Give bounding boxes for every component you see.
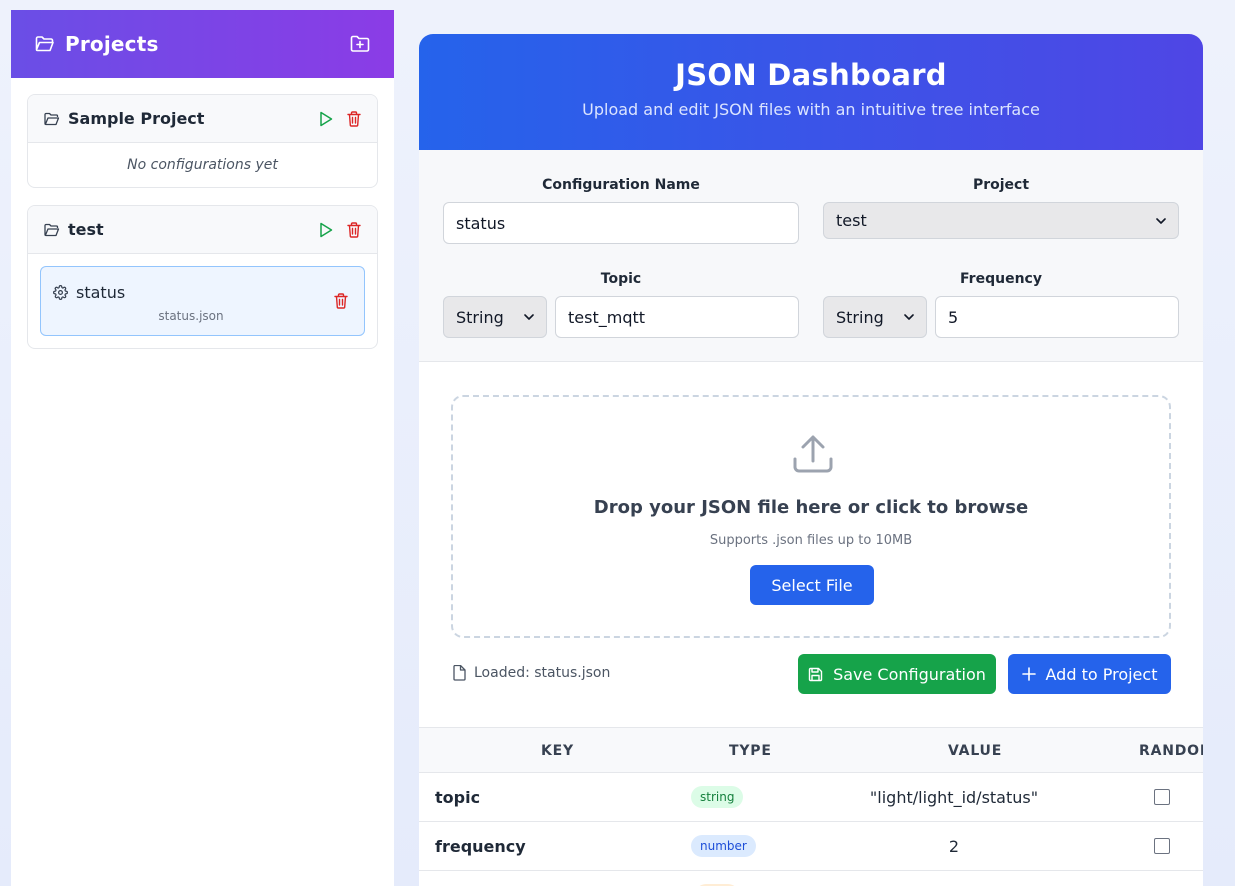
project-header[interactable]: test xyxy=(28,206,377,254)
table-header-row: KEY TYPE VALUE RANDOM xyxy=(419,727,1203,773)
project-title-group: Sample Project xyxy=(44,109,204,128)
random-checkbox[interactable] xyxy=(1154,838,1170,854)
project-header[interactable]: Sample Project xyxy=(28,95,377,143)
topic-type-select[interactable]: String xyxy=(443,296,547,338)
row-value[interactable]: 2 xyxy=(859,837,1049,856)
trash-icon[interactable] xyxy=(347,110,361,127)
sidebar-title-group: Projects xyxy=(35,32,159,56)
save-button-label: Save Configuration xyxy=(833,664,986,684)
trash-icon[interactable] xyxy=(347,221,361,238)
sidebar-header: Projects xyxy=(11,10,394,78)
folder-icon xyxy=(44,223,60,237)
project-name: Sample Project xyxy=(68,109,205,128)
sidebar-title: Projects xyxy=(65,32,159,56)
json-dropzone[interactable]: Drop your JSON file here or click to bro… xyxy=(451,395,1171,638)
project-card-test: test status status.json xyxy=(27,205,378,349)
topic-label: Topic xyxy=(600,271,642,287)
json-table: KEY TYPE VALUE RANDOM topic string "ligh… xyxy=(419,727,1203,886)
save-icon xyxy=(808,667,823,682)
configuration-form: Configuration Name status Project test T… xyxy=(419,150,1203,362)
column-header-key: KEY xyxy=(541,743,574,759)
config-name-input[interactable]: status xyxy=(443,202,799,244)
upload-section: Drop your JSON file here or click to bro… xyxy=(419,362,1203,727)
row-value[interactable]: "light/light_id/status" xyxy=(859,788,1049,807)
frequency-label: Frequency xyxy=(960,271,1042,287)
loaded-file-indicator: Loaded: status.json xyxy=(453,665,610,681)
select-file-button[interactable]: Select File xyxy=(750,565,874,605)
project-name: test xyxy=(68,220,104,239)
project-select[interactable]: test xyxy=(823,202,1179,239)
upload-icon xyxy=(791,433,835,475)
topic-input[interactable]: test_mqtt xyxy=(555,296,799,338)
file-icon xyxy=(453,665,466,681)
dropzone-subtitle: Supports .json files up to 10MB xyxy=(709,533,913,548)
empty-configurations-text: No configurations yet xyxy=(127,157,278,173)
folder-plus-icon[interactable] xyxy=(350,35,370,53)
type-badge: number xyxy=(691,835,756,857)
loaded-file-text: Loaded: status.json xyxy=(474,665,611,681)
config-name-label: Configuration Name xyxy=(542,177,700,193)
folder-icon xyxy=(44,112,60,126)
project-card-sample-project: Sample Project No configurations yet xyxy=(27,94,378,188)
page-title: JSON Dashboard xyxy=(675,58,947,92)
column-header-type: TYPE xyxy=(729,743,772,759)
column-header-random: RANDOM xyxy=(1139,743,1203,759)
play-icon[interactable] xyxy=(319,111,333,127)
table-row[interactable] xyxy=(419,871,1203,886)
chevron-down-icon xyxy=(1156,217,1166,224)
projects-sidebar: Projects Sample Project No configuration… xyxy=(11,10,394,886)
trash-icon[interactable] xyxy=(334,293,348,309)
frequency-input[interactable]: 5 xyxy=(935,296,1179,338)
project-select-value: test xyxy=(836,211,867,230)
play-icon[interactable] xyxy=(319,222,333,238)
type-badge: string xyxy=(691,786,744,808)
table-row[interactable]: frequency number 2 xyxy=(419,822,1203,871)
dashboard-header: JSON Dashboard Upload and edit JSON file… xyxy=(419,34,1203,150)
project-label: Project xyxy=(972,177,1030,193)
gear-icon xyxy=(53,285,68,300)
folder-open-icon xyxy=(35,35,55,53)
add-button-label: Add to Project xyxy=(1045,664,1158,684)
chevron-down-icon xyxy=(904,314,914,320)
configuration-name: status xyxy=(76,283,126,302)
project-actions xyxy=(319,110,361,127)
frequency-type-select[interactable]: String xyxy=(823,296,927,338)
configuration-title-group: status xyxy=(53,283,125,302)
plus-icon xyxy=(1021,667,1036,681)
dashboard-panel: JSON Dashboard Upload and edit JSON file… xyxy=(419,34,1203,886)
configuration-item-status[interactable]: status status.json xyxy=(40,266,365,336)
random-checkbox[interactable] xyxy=(1154,789,1170,805)
project-actions xyxy=(319,221,361,238)
chevron-down-icon xyxy=(524,314,534,320)
project-title-group: test xyxy=(44,220,104,239)
column-header-value: VALUE xyxy=(948,743,1003,759)
table-row[interactable]: topic string "light/light_id/status" xyxy=(419,773,1203,822)
dropzone-title: Drop your JSON file here or click to bro… xyxy=(593,497,1029,518)
row-key: topic xyxy=(435,788,481,807)
frequency-type-value: String xyxy=(836,307,884,327)
topic-type-value: String xyxy=(456,307,504,327)
add-to-project-button[interactable]: Add to Project xyxy=(1008,654,1171,694)
row-key: frequency xyxy=(435,837,526,856)
configuration-filename: status.json xyxy=(158,309,224,323)
page-subtitle: Upload and edit JSON files with an intui… xyxy=(582,100,1040,119)
save-configuration-button[interactable]: Save Configuration xyxy=(798,654,996,694)
